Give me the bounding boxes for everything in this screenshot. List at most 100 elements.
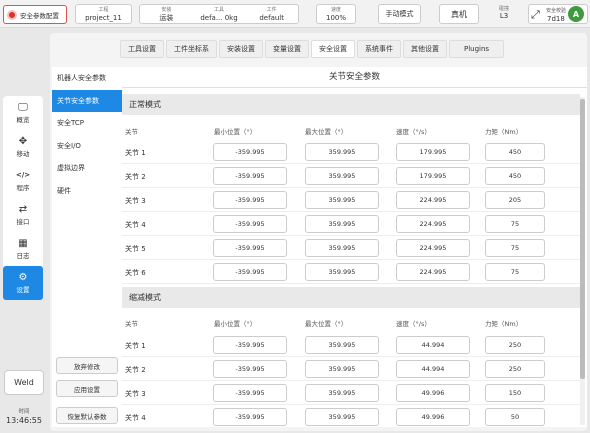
tab-install-settings[interactable]: 安装设置 xyxy=(219,40,263,58)
reduced-table-header: 关节 最小位置（°） 最大位置（°） 速度（°/s） 力矩（Nm） xyxy=(122,312,580,332)
top-bar: 安全参数配置 工程 project_11 安装 运装 工具 defa... 0k… xyxy=(0,0,590,28)
tab-tool-settings[interactable]: 工具设置 xyxy=(120,40,164,58)
min-position-input[interactable]: -359.995 xyxy=(213,143,287,161)
torque-input[interactable]: 205 xyxy=(485,191,545,209)
min-position-input[interactable]: -359.995 xyxy=(213,360,287,378)
max-position-input[interactable]: 359.995 xyxy=(305,384,379,402)
speed-input[interactable]: 44.994 xyxy=(396,360,470,378)
tab-variable-settings[interactable]: 变量设置 xyxy=(265,40,309,58)
col-min: 最小位置（°） xyxy=(214,128,257,136)
tab-plugins[interactable]: Plugins xyxy=(449,40,505,58)
safety-config-button[interactable]: 安全参数配置 xyxy=(3,5,67,24)
speed-input[interactable]: 44.994 xyxy=(396,336,470,354)
nav-settings-label: 设置 xyxy=(16,286,30,294)
nav-settings[interactable]: ⚙ 设置 xyxy=(3,266,43,300)
tab-workpiece-frame[interactable]: 工件坐标系 xyxy=(166,40,217,58)
speed-input[interactable]: 224.995 xyxy=(396,191,470,209)
max-position-input[interactable]: 359.995 xyxy=(305,336,379,354)
submenu-virtual-boundary[interactable]: 虚拟边界 xyxy=(52,157,122,180)
torque-input[interactable]: 75 xyxy=(485,239,545,257)
table-row: 关节 1 -359.995 359.995 44.994 250 xyxy=(122,333,580,357)
col-speed: 速度（°/s） xyxy=(396,320,431,328)
torque-input[interactable]: 450 xyxy=(485,167,545,185)
min-position-input[interactable]: -359.995 xyxy=(213,336,287,354)
speed-input[interactable]: 49.996 xyxy=(396,384,470,402)
min-position-input[interactable]: -359.995 xyxy=(213,263,287,281)
max-position-input[interactable]: 359.995 xyxy=(305,239,379,257)
workpiece-status: 工件 default xyxy=(245,5,298,23)
table-row: 关节 1 -359.995 359.995 179.995 450 xyxy=(122,140,580,164)
time-label: 时间 xyxy=(18,409,30,415)
torque-input[interactable]: 50 xyxy=(485,408,545,426)
nav-program[interactable]: </> 程序 xyxy=(3,164,43,198)
nav-move[interactable]: ✥ 移动 xyxy=(3,130,43,164)
speed-input[interactable]: 179.995 xyxy=(396,167,470,185)
torque-input[interactable]: 75 xyxy=(485,263,545,281)
nav-interface[interactable]: ⇄ 接口 xyxy=(3,198,43,232)
submenu-safety-io[interactable]: 安全I/O xyxy=(52,135,122,158)
tab-other-settings[interactable]: 其他设置 xyxy=(403,40,447,58)
speed-indicator[interactable]: 速度 100% xyxy=(316,4,356,24)
col-min: 最小位置（°） xyxy=(214,320,257,328)
speed-input[interactable]: 49.996 xyxy=(396,408,470,426)
torque-input[interactable]: 250 xyxy=(485,336,545,354)
max-position-input[interactable]: 359.995 xyxy=(305,215,379,233)
main-nav: 🖵 概览 ✥ 移动 </> 程序 ⇄ 接口 ▦ 日志 ⚙ 设置 xyxy=(3,96,43,300)
restore-defaults-button[interactable]: 恢复默认参数 xyxy=(56,407,118,424)
joint-name: 关节 3 xyxy=(125,197,146,205)
max-position-input[interactable]: 359.995 xyxy=(305,191,379,209)
max-position-input[interactable]: 359.995 xyxy=(305,360,379,378)
real-machine-button[interactable]: 真机 xyxy=(439,4,479,24)
speed-input[interactable]: 224.995 xyxy=(396,239,470,257)
content-scrollbar[interactable] xyxy=(580,97,585,425)
tab-safety-settings[interactable]: 安全设置 xyxy=(311,40,355,58)
min-position-input[interactable]: -359.995 xyxy=(213,167,287,185)
avatar[interactable]: A xyxy=(568,6,584,22)
min-position-input[interactable]: -359.995 xyxy=(213,384,287,402)
nav-log[interactable]: ▦ 日志 xyxy=(3,232,43,266)
submenu-robot-safety[interactable]: 机器人安全参数 xyxy=(52,67,122,90)
nav-overview-label: 概览 xyxy=(16,116,30,124)
scrollbar-thumb[interactable] xyxy=(580,99,585,379)
max-position-input[interactable]: 359.995 xyxy=(305,167,379,185)
tool-status: 工具 defa... 0kg xyxy=(193,5,246,23)
min-position-input[interactable]: -359.995 xyxy=(213,239,287,257)
min-position-input[interactable]: -359.995 xyxy=(213,191,287,209)
joint-name: 关节 5 xyxy=(125,245,146,253)
normal-table-header: 关节 最小位置（°） 最大位置（°） 速度（°/s） 力矩（Nm） xyxy=(122,120,580,140)
collision-indicator[interactable]: 碰撞 L3 xyxy=(495,5,513,20)
torque-input[interactable]: 450 xyxy=(485,143,545,161)
time-value: 13:46:55 xyxy=(6,416,42,425)
col-max: 最大位置（°） xyxy=(305,320,348,328)
apply-settings-button[interactable]: 应用设置 xyxy=(56,380,118,397)
max-position-input[interactable]: 359.995 xyxy=(305,263,379,281)
project-indicator[interactable]: 工程 project_11 xyxy=(75,4,132,24)
torque-input[interactable]: 150 xyxy=(485,384,545,402)
install-label: 安装 xyxy=(161,7,172,13)
safety-config-label: 安全参数配置 xyxy=(20,11,59,20)
nav-overview[interactable]: 🖵 概览 xyxy=(3,96,43,130)
speed-input[interactable]: 224.995 xyxy=(396,215,470,233)
tab-system-events[interactable]: 系统事件 xyxy=(357,40,401,58)
weld-button[interactable]: Weld xyxy=(4,370,44,395)
min-position-input[interactable]: -359.995 xyxy=(213,215,287,233)
speed-input[interactable]: 224.995 xyxy=(396,263,470,281)
speed-label: 速度 xyxy=(330,7,341,13)
torque-input[interactable]: 75 xyxy=(485,215,545,233)
max-position-input[interactable]: 359.995 xyxy=(305,143,379,161)
submenu-safety-tcp[interactable]: 安全TCP xyxy=(52,112,122,135)
col-torque: 力矩（Nm） xyxy=(485,320,523,328)
submenu-hardware[interactable]: 硬件 xyxy=(52,180,122,203)
torque-input[interactable]: 250 xyxy=(485,360,545,378)
discard-changes-button[interactable]: 放弃修改 xyxy=(56,357,118,374)
nav-log-label: 日志 xyxy=(16,252,30,260)
min-position-input[interactable]: -359.995 xyxy=(213,408,287,426)
submenu-joint-safety[interactable]: 关节安全参数 xyxy=(52,89,122,112)
nav-program-label: 程序 xyxy=(16,184,30,192)
safety-check-label: 安全校验 xyxy=(546,8,567,14)
tool-status-panel[interactable]: 安装 运装 工具 defa... 0kg 工件 default xyxy=(139,4,299,24)
manual-mode-button[interactable]: 手动模式 xyxy=(378,4,421,24)
speed-input[interactable]: 179.995 xyxy=(396,143,470,161)
max-position-input[interactable]: 359.995 xyxy=(305,408,379,426)
reduced-mode-section: 缩减模式 xyxy=(122,287,580,308)
